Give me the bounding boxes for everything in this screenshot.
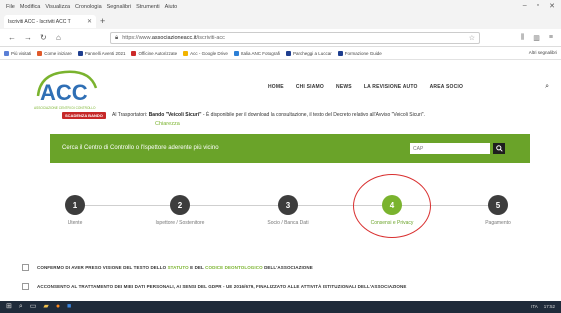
acc-logo[interactable]: ACC ASSOCIAZIONE CENTRI DI CONTROLLO — [30, 66, 100, 112]
system-tray: ITA 17:52 — [531, 303, 555, 311]
step-label: Socio / Banca Dati — [267, 220, 309, 226]
highlight-annotation — [353, 174, 431, 238]
back-icon[interactable]: ← — [8, 33, 16, 42]
notice-bar: SCADENZA BANDO Al Trasportatori: Bando "… — [60, 110, 520, 134]
app-icon[interactable]: ■ — [67, 303, 71, 311]
consent-privacy-text: ACCONSENTO AL TRATTAMENTO DEI MIEI DATI … — [37, 283, 407, 289]
search-band-text: Cerca il Centro di Controllo o l'Ispetto… — [62, 145, 219, 151]
star-icon[interactable]: ☆ — [469, 34, 475, 42]
new-tab-icon[interactable]: + — [100, 16, 105, 26]
reload-icon[interactable]: ↻ — [40, 33, 47, 42]
url-text: https://www.associazioneacc.it/iscriviti… — [122, 35, 225, 41]
library-icon[interactable]: ⫼ — [521, 34, 524, 42]
statute-link[interactable]: STATUTO — [168, 265, 189, 270]
registration-steps: 1 Utente 2 Ispettore / Sostenitore 3 Soc… — [0, 163, 561, 243]
os-taskbar: ⊞ ⌕ ▭ ▰ ● ■ ITA 17:52 — [0, 301, 561, 313]
lock-icon: 🔒︎ — [115, 34, 119, 41]
menu-bookmarks[interactable]: Segnalibri — [107, 4, 131, 10]
step-1[interactable]: 1 Utente — [40, 195, 110, 226]
sidebar-icon[interactable]: ▥ — [533, 34, 540, 42]
nav-area-socio[interactable]: AREA SOCIO — [430, 84, 463, 90]
step-number: 5 — [488, 195, 508, 215]
menu-help[interactable]: Aiuto — [165, 4, 178, 10]
consent-privacy-checkbox[interactable] — [22, 282, 29, 290]
clock[interactable]: 17:52 — [544, 303, 555, 311]
tab-close-icon[interactable]: ✕ — [87, 18, 92, 25]
taskbar-apps: ⊞ ⌕ ▭ ▰ ● ■ — [6, 303, 71, 311]
step-5[interactable]: 5 Pagamento — [463, 195, 533, 226]
other-bookmarks[interactable]: Altri segnalibri — [529, 50, 557, 55]
minimize-icon[interactable]: – — [523, 2, 527, 10]
search-icon — [495, 145, 503, 152]
site-header: ACC ASSOCIAZIONE CENTRI DI CONTROLLO HOM… — [0, 60, 561, 116]
code-link[interactable]: CODICE DEONTOLOGICO — [205, 265, 263, 270]
navigation-bar: ← → ↻ ⌂ 🔒︎ https://www.associazioneacc.i… — [0, 29, 561, 47]
browser-tab[interactable]: Iscriviti ACC - Iscriviti ACC T ✕ — [4, 15, 96, 28]
bookmarks-bar: Più visitati Come iniziare Pannelli Aven… — [0, 47, 561, 60]
step-label: Utente — [67, 220, 83, 226]
step-number: 3 — [278, 195, 298, 215]
center-search-band: Cerca il Centro di Controllo o l'Ispetto… — [50, 134, 530, 163]
consent-statute-row: CONFERMO DI AVER PRESO VISIONE DEL TESTO… — [22, 262, 542, 272]
cap-search-button[interactable] — [493, 143, 505, 154]
consent-privacy-row: ACCONSENTO AL TRATTAMENTO DEI MIEI DATI … — [22, 281, 542, 291]
home-icon[interactable]: ⌂ — [56, 33, 61, 42]
step-label: Ispettore / Sostenitore — [155, 220, 205, 226]
bookmark-item[interactable]: Italia ANC Fotografi — [233, 50, 280, 56]
step-3[interactable]: 3 Socio / Banca Dati — [253, 195, 323, 226]
menu-edit[interactable]: Modifica — [20, 4, 40, 10]
search-icon[interactable]: ⌕ — [19, 303, 23, 311]
cap-input[interactable] — [410, 143, 490, 154]
nav-home[interactable]: HOME — [268, 84, 284, 90]
logo-text: ACC — [40, 80, 88, 105]
consent-statute-text: CONFERMO DI AVER PRESO VISIONE DEL TESTO… — [37, 264, 313, 270]
menu-icon[interactable]: ≡ — [549, 34, 553, 42]
step-2[interactable]: 2 Ispettore / Sostenitore — [145, 195, 215, 226]
bookmark-item[interactable]: Formazione Guide — [337, 50, 382, 56]
notice-text: Al Trasportatori: Bando "Veicoli Sicuri"… — [112, 112, 425, 118]
notice-link[interactable]: Chiarezza — [155, 121, 180, 127]
window-controls: – ▫ ✕ — [523, 2, 555, 10]
bookmark-item[interactable]: Officine Autorizzate — [131, 50, 177, 56]
task-view-icon[interactable]: ▭ — [30, 303, 37, 311]
nav-news[interactable]: NEWS — [336, 84, 352, 90]
maximize-icon[interactable]: ▫ — [537, 2, 539, 10]
forward-icon[interactable]: → — [24, 33, 32, 42]
tab-bar: Iscriviti ACC - Iscriviti ACC T ✕ + — [0, 14, 561, 29]
address-bar[interactable]: 🔒︎ https://www.associazioneacc.it/iscriv… — [110, 32, 480, 44]
start-icon[interactable]: ⊞ — [6, 303, 12, 311]
search-icon[interactable]: ⌕ — [545, 83, 549, 91]
menu-view[interactable]: Visualizza — [45, 4, 70, 10]
close-window-icon[interactable]: ✕ — [549, 2, 555, 10]
site-nav: HOME CHI SIAMO NEWS LA REVISIONE AUTO AR… — [268, 84, 463, 90]
bookmark-item[interactable]: Pannelli Aventi 2021 — [77, 50, 125, 56]
browser-icon[interactable]: ● — [56, 303, 60, 311]
bookmark-item[interactable]: Più visitati — [4, 50, 31, 56]
step-label: Pagamento — [485, 220, 511, 226]
language-indicator[interactable]: ITA — [531, 303, 538, 311]
bookmark-item[interactable]: Parcheggi a Luccar — [285, 50, 332, 56]
toolbar-icons: ⫼ ▥ ≡ — [521, 34, 553, 42]
nav-about[interactable]: CHI SIAMO — [296, 84, 324, 90]
step-number: 1 — [65, 195, 85, 215]
file-explorer-icon[interactable]: ▰ — [43, 303, 48, 311]
bookmark-item[interactable]: Acc - Google Drive — [183, 50, 228, 56]
menu-history[interactable]: Cronologia — [75, 4, 102, 10]
browser-menu-bar: File Modifica Visualizza Cronologia Segn… — [0, 0, 561, 14]
tab-title: Iscriviti ACC - Iscriviti ACC T — [8, 18, 71, 25]
nav-revisione[interactable]: LA REVISIONE AUTO — [364, 84, 418, 90]
notice-badge: SCADENZA BANDO — [62, 112, 106, 119]
menu-tools[interactable]: Strumenti — [136, 4, 160, 10]
bookmark-item[interactable]: Come iniziare — [37, 50, 72, 56]
step-number: 2 — [170, 195, 190, 215]
consent-statute-checkbox[interactable] — [22, 263, 29, 271]
menu-file[interactable]: File — [6, 4, 15, 10]
